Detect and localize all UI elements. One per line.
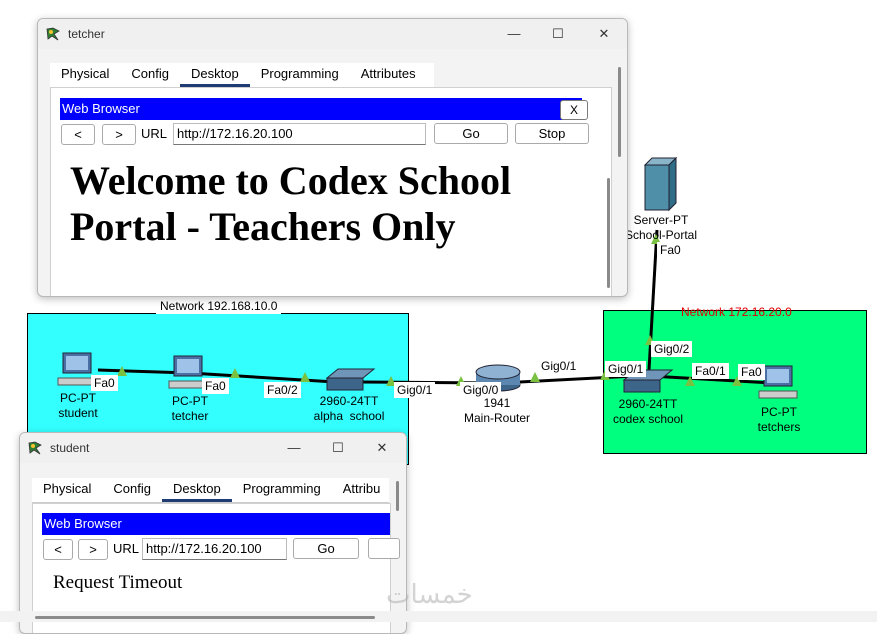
port-label: Fa0/2 xyxy=(264,382,301,398)
pc-icon xyxy=(758,365,798,399)
link-router-codex xyxy=(499,374,636,385)
url-input[interactable]: http://172.16.20.100 xyxy=(142,538,287,560)
scrollbar[interactable] xyxy=(618,67,621,157)
maximize-icon[interactable]: ☐ xyxy=(320,437,356,459)
go-button[interactable]: Go xyxy=(293,538,359,559)
tab-bar: Physical Config Desktop Programming Attr… xyxy=(32,478,389,503)
browser-viewport: Welcome to Codex School Portal - Teacher… xyxy=(60,146,588,296)
back-button[interactable]: < xyxy=(61,124,95,145)
port-label: Gig0/1 xyxy=(394,382,436,398)
tab-programming[interactable]: Programming xyxy=(232,478,332,502)
horizontal-scrollbar[interactable] xyxy=(35,616,375,619)
stop-button[interactable]: Stop xyxy=(515,123,589,144)
port-label: Gig0/2 xyxy=(651,341,693,357)
link-indicator xyxy=(300,372,310,382)
tab-physical[interactable]: Physical xyxy=(32,478,102,502)
tab-bar: Physical Config Desktop Programming Attr… xyxy=(50,63,434,88)
packet-tracer-icon xyxy=(46,27,60,41)
tab-programming[interactable]: Programming xyxy=(250,63,350,87)
packet-tracer-icon xyxy=(28,441,42,455)
window-title: student xyxy=(50,441,90,455)
tab-physical[interactable]: Physical xyxy=(50,63,120,87)
tab-attributes[interactable]: Attribu xyxy=(332,478,389,502)
page-heading: Welcome to Codex School Portal - Teacher… xyxy=(70,158,512,249)
browser-close-button[interactable]: X xyxy=(560,100,588,120)
title-bar[interactable]: student — ☐ ✕ xyxy=(20,433,406,463)
scrollbar[interactable] xyxy=(396,481,399,511)
stop-button[interactable] xyxy=(368,538,400,559)
url-label: URL xyxy=(113,541,140,556)
student-window: student — ☐ ✕ Physical Config Desktop Pr… xyxy=(19,432,407,634)
go-button[interactable]: Go xyxy=(434,123,508,144)
tab-config[interactable]: Config xyxy=(120,63,180,87)
close-icon[interactable]: ✕ xyxy=(586,23,622,45)
minimize-icon[interactable]: — xyxy=(276,437,312,459)
switch-icon xyxy=(325,368,376,391)
close-icon[interactable]: ✕ xyxy=(364,437,400,459)
browser-title-bar: Web Browser xyxy=(42,513,390,535)
port-label: Fa0 xyxy=(91,375,118,391)
device-label-tetchers[interactable]: PC-PT tetchers xyxy=(758,405,801,435)
device-label-tetcher[interactable]: PC-PT tetcher xyxy=(172,394,209,424)
forward-button[interactable]: > xyxy=(102,124,136,145)
title-bar[interactable]: tetcher — ☐ ✕ xyxy=(38,19,627,49)
tab-desktop[interactable]: Desktop xyxy=(180,63,250,87)
window-title: tetcher xyxy=(68,27,105,41)
scrollbar[interactable] xyxy=(607,178,610,288)
url-label: URL xyxy=(141,126,168,141)
port-label: Gig0/1 xyxy=(605,361,647,377)
device-label-student[interactable]: PC-PT student xyxy=(58,391,97,421)
tetcher-window: tetcher — ☐ ✕ Physical Config Desktop Pr… xyxy=(37,18,628,297)
port-label: Fa0/1 xyxy=(692,363,729,379)
forward-button[interactable]: > xyxy=(78,539,108,560)
page-message: Request Timeout xyxy=(53,572,183,593)
watermark: خمسات xyxy=(386,580,473,610)
browser-title-bar: Web Browser xyxy=(60,98,582,120)
device-label-router[interactable]: 1941 Main-Router xyxy=(464,396,530,426)
url-input[interactable]: http://172.16.20.100 xyxy=(173,123,426,145)
tab-config[interactable]: Config xyxy=(102,478,162,502)
device-label-server[interactable]: Server-PT School-Portal xyxy=(625,213,697,243)
server-icon xyxy=(643,156,678,212)
desktop-panel: Web Browser X < > URL http://172.16.20.1… xyxy=(50,87,612,296)
tab-desktop[interactable]: Desktop xyxy=(162,478,232,502)
device-label-alpha-switch[interactable]: 2960-24TT alpha school xyxy=(314,394,385,424)
maximize-icon[interactable]: ☐ xyxy=(540,23,576,45)
device-label-codex-switch[interactable]: 2960-24TT codex school xyxy=(613,397,683,427)
port-label: Gig0/1 xyxy=(538,358,580,374)
port-label: Fa0 xyxy=(738,364,765,380)
port-label: Fa0 xyxy=(202,378,229,394)
port-label: Fa0 xyxy=(657,242,684,258)
back-button[interactable]: < xyxy=(43,539,73,560)
link-indicator xyxy=(230,368,240,378)
tab-attributes[interactable]: Attributes xyxy=(350,63,427,87)
minimize-icon[interactable]: — xyxy=(496,23,532,45)
